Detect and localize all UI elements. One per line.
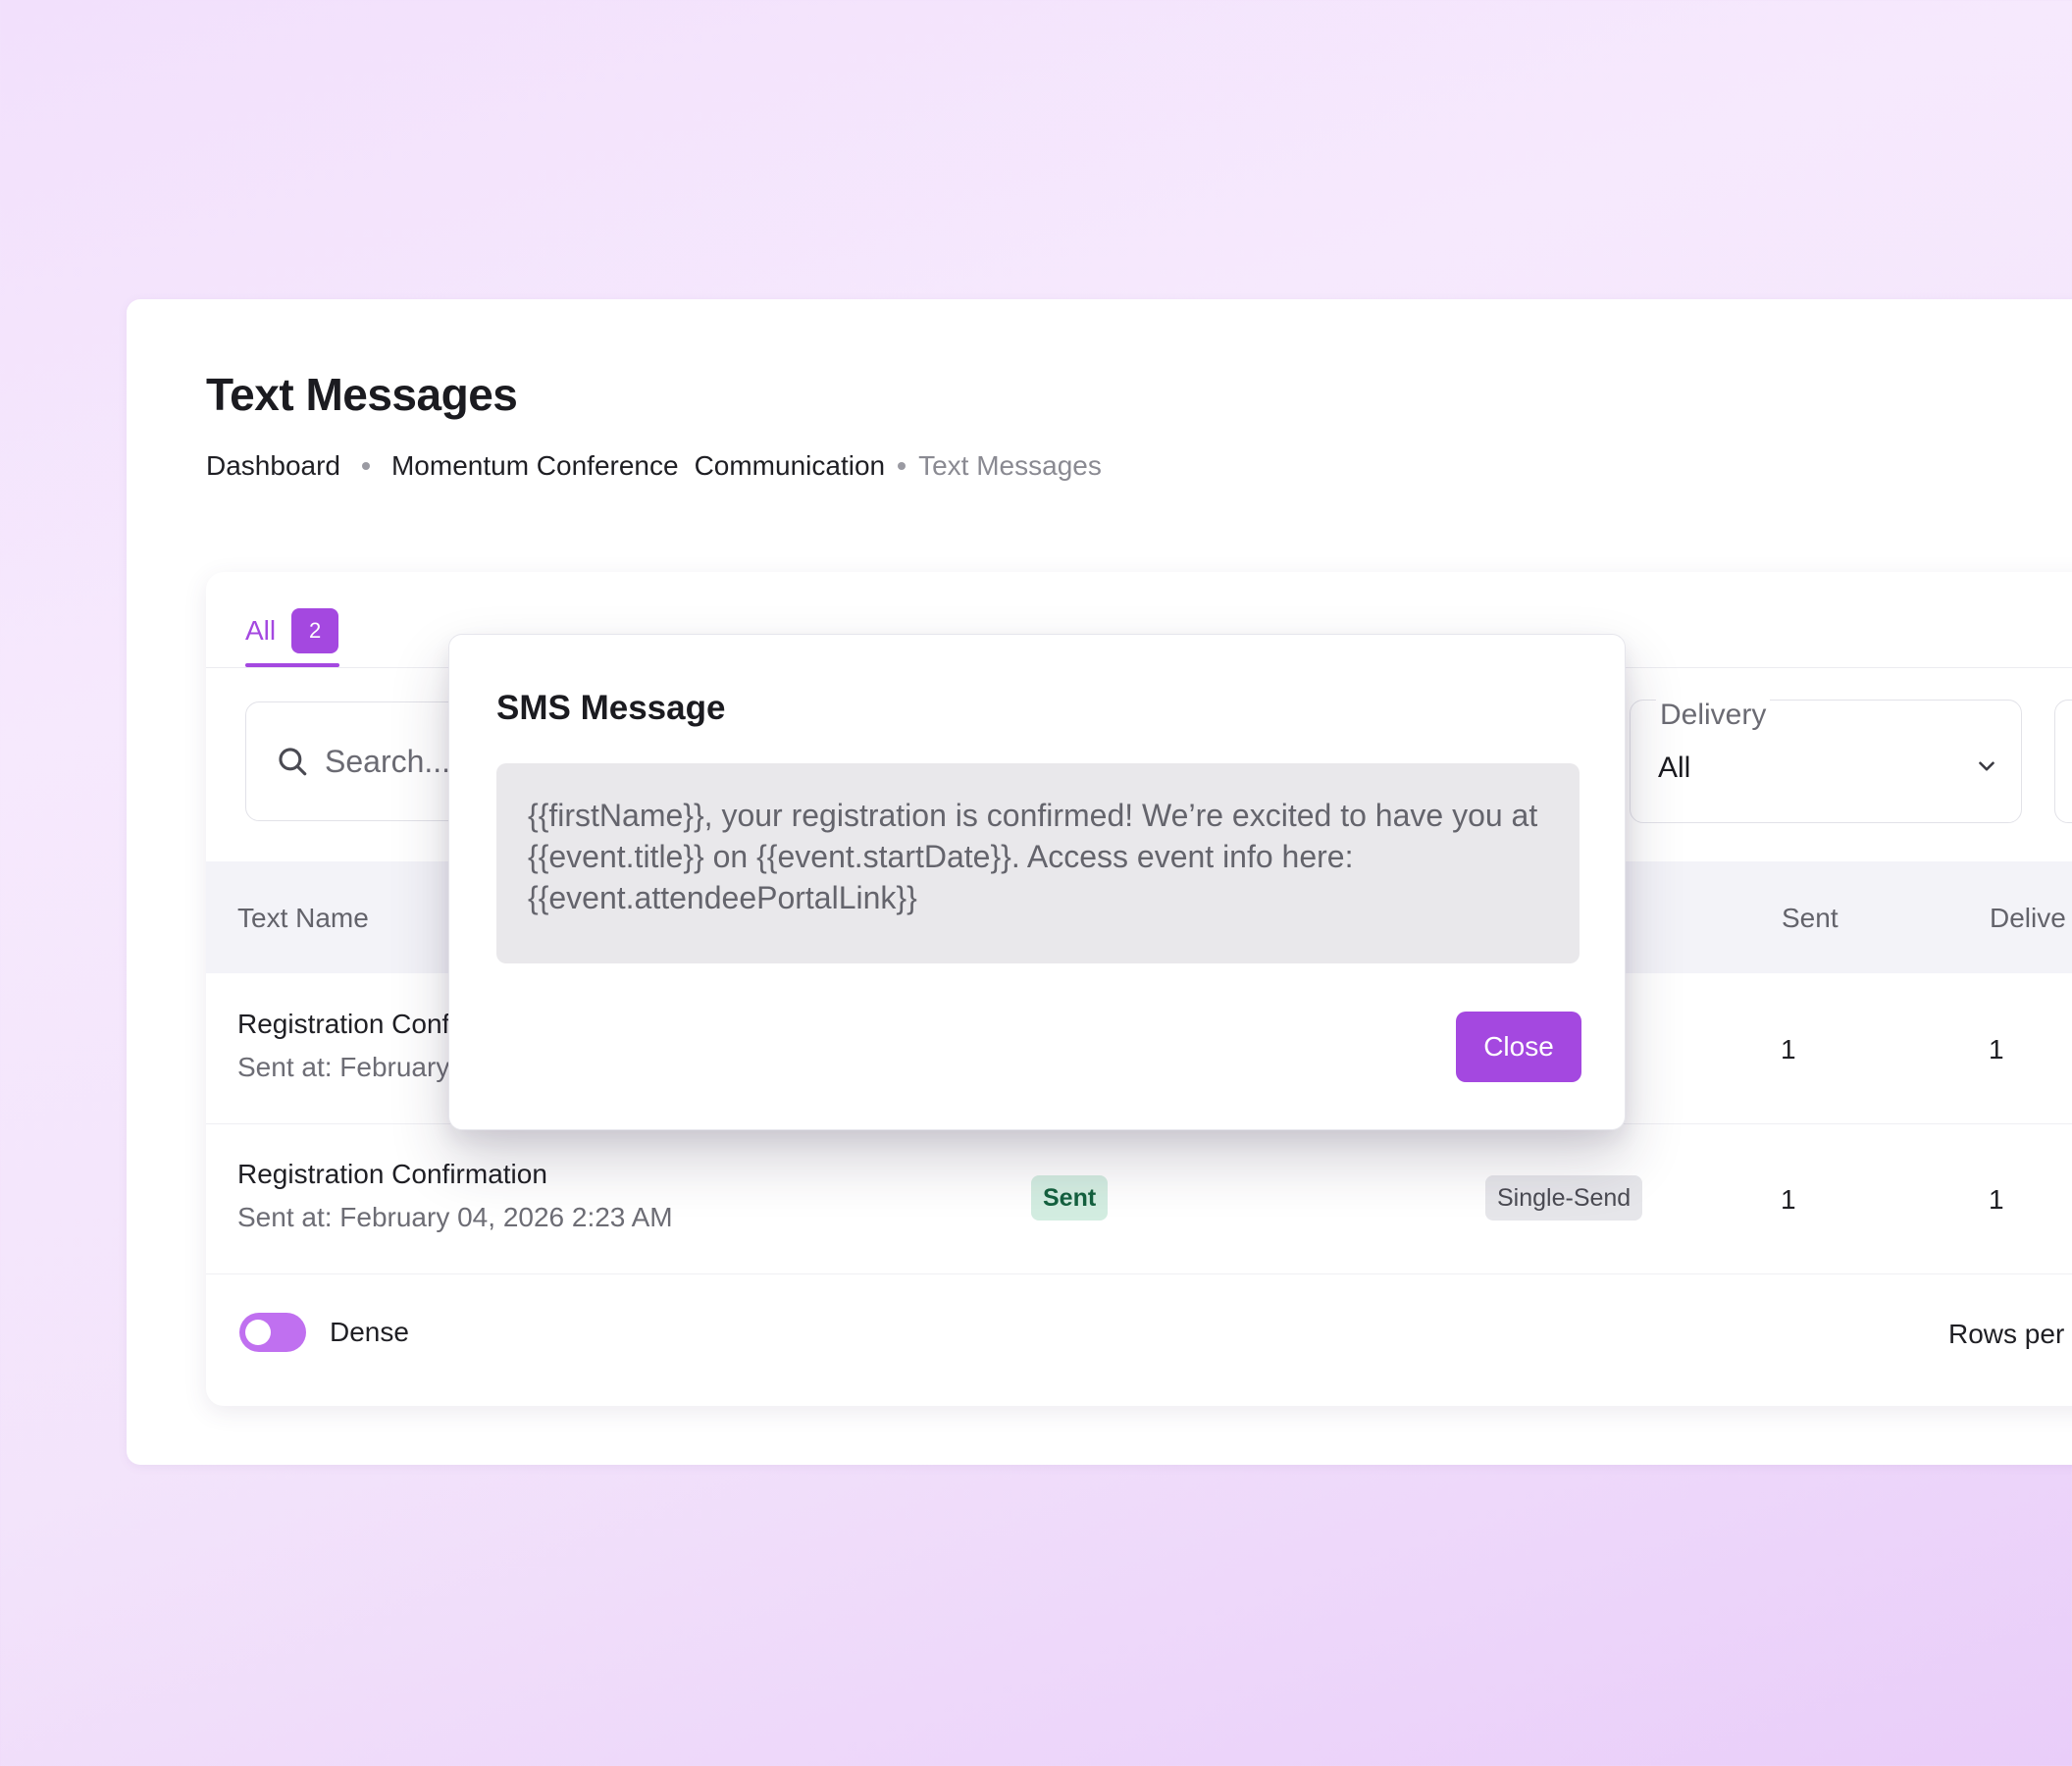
breadcrumb-separator <box>361 462 370 470</box>
tab-all-count-badge: 2 <box>291 608 339 653</box>
breadcrumb-event[interactable]: Momentum Conference <box>391 450 679 482</box>
row-delivered-count: 1 <box>1989 1034 2004 1065</box>
breadcrumb-current: Text Messages <box>918 450 1102 481</box>
dense-label: Dense <box>330 1317 409 1347</box>
row-sent-at: Sent at: February 04, 2026 2:23 AM <box>237 1202 673 1232</box>
breadcrumb: Dashboard Momentum Conference Communicat… <box>206 450 1102 482</box>
search-icon <box>279 748 307 776</box>
chevron-down-icon <box>1979 761 1994 771</box>
sms-message-dialog: SMS Message {{firstName}}, your registra… <box>448 634 1626 1130</box>
table-footer: Dense Rows per page: <box>206 1273 2072 1406</box>
dense-toggle-knob <box>245 1320 271 1345</box>
page-title: Text Messages <box>206 369 518 420</box>
row-delivered-count: 1 <box>1989 1184 2004 1215</box>
tab-active-indicator <box>245 663 339 667</box>
close-button[interactable]: Close <box>1456 1012 1581 1082</box>
status-badge: Sent <box>1031 1175 1109 1221</box>
delivery-filter-value: All <box>1658 752 1691 784</box>
send-type-badge: Single-Send <box>1485 1175 1643 1221</box>
dense-toggle[interactable] <box>239 1313 306 1352</box>
sms-message-body: {{firstName}}, your registration is conf… <box>496 763 1580 963</box>
delivery-filter-label: Delivery <box>1656 699 1771 732</box>
column-header-sent[interactable]: Sent <box>1782 903 1839 934</box>
table-row[interactable]: Registration Confirmation Sent at: Febru… <box>206 1123 2072 1274</box>
row-text-name: Registration Confirmation <box>237 1159 547 1189</box>
tab-all-label: All <box>245 615 277 646</box>
row-sent-count: 1 <box>1781 1184 1796 1215</box>
dialog-title: SMS Message <box>496 689 726 727</box>
column-header-delivered[interactable]: Delive <box>1990 903 2066 934</box>
delivery-filter-select[interactable]: Delivery All <box>1630 699 2022 823</box>
breadcrumb-communication[interactable]: Communication <box>695 450 886 482</box>
row-sent-count: 1 <box>1781 1034 1796 1065</box>
rows-per-page-label: Rows per page: <box>1948 1319 2072 1349</box>
breadcrumb-dashboard[interactable]: Dashboard <box>206 450 340 482</box>
breadcrumb-separator <box>898 462 906 470</box>
secondary-filter-select[interactable] <box>2054 700 2072 823</box>
tab-all[interactable]: All 2 <box>245 597 339 665</box>
column-header-text-name[interactable]: Text Name <box>237 903 369 934</box>
